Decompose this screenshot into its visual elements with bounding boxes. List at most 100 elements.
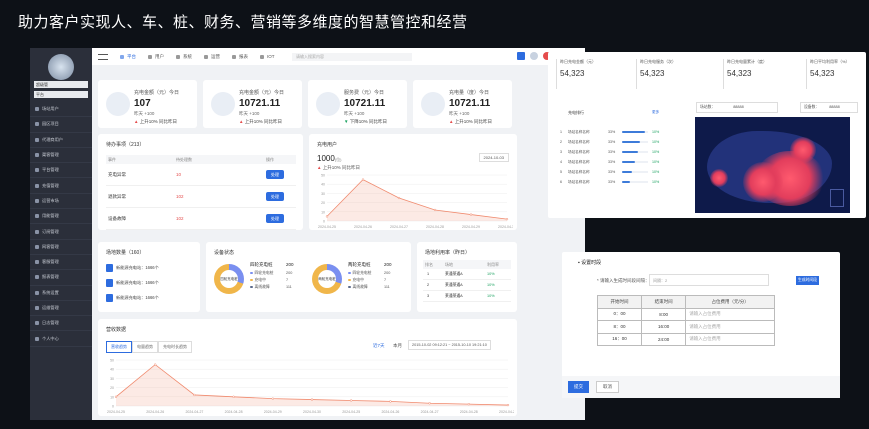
handle-button[interactable]: 处理 xyxy=(266,191,284,201)
top-nav-item[interactable]: 用户 xyxy=(148,54,164,60)
site-label: 新能源充电站：1666个 xyxy=(116,264,159,270)
fee-input[interactable]: 请输入占位费用 xyxy=(685,320,775,334)
slot-start: 16：00 xyxy=(596,332,643,346)
todo-event: 退款异常 xyxy=(108,193,126,199)
top-nav-item[interactable]: 系统 xyxy=(176,54,192,60)
sidebar-item[interactable]: 园区项目 xyxy=(30,117,92,133)
top-nav-item[interactable]: 报表 xyxy=(232,54,248,60)
sidebar-item[interactable]: 平台管理 xyxy=(30,163,92,179)
menu-item-icon xyxy=(35,306,39,310)
legend-item: 离线故障 xyxy=(348,285,368,290)
range-7days-button[interactable]: 近7天 xyxy=(373,343,385,349)
stat-label: 充电金额（元）今日 xyxy=(134,90,180,96)
todo-count: 10 xyxy=(176,172,182,177)
search-input[interactable]: 请输入搜索内容 xyxy=(292,53,412,61)
todo-action-cell: 处理 xyxy=(266,213,296,223)
submit-button[interactable]: 提交 xyxy=(568,381,589,393)
kpi-card: 昨日充电量累计（度） 54,323 xyxy=(723,59,801,89)
rank-pct: 33% xyxy=(608,140,616,144)
legend-dot xyxy=(348,271,351,274)
y-tick-label: 20 xyxy=(321,201,325,205)
generate-timeslots-button[interactable]: 生成时间段 xyxy=(796,276,819,285)
y-tick-label: 10 xyxy=(110,395,114,399)
top-nav-item[interactable]: 运营 xyxy=(204,54,220,60)
sidebar-item[interactable]: 系统设置 xyxy=(30,286,92,301)
fee-input[interactable]: 请输入占位费用 xyxy=(685,332,775,346)
x-tick-label: 2024-04-28 xyxy=(460,410,478,414)
data-point xyxy=(325,215,329,218)
legend-value: 7 xyxy=(286,278,289,282)
x-tick-label: 2024-04-27 xyxy=(421,410,439,414)
x-tick-label: 2024-04-29 xyxy=(264,410,282,414)
sidebar-item[interactable]: 渠客管理 xyxy=(30,148,92,164)
device-group-name: 四轮充电桩 xyxy=(250,262,273,267)
sidebar-item[interactable]: 报表管理 xyxy=(30,270,92,286)
todo-event: 充电异常 xyxy=(108,171,126,177)
dashboard-window: 超级管 平台 场站用户 园区项目 代理商用户 渠客管理 平台管理 充值管理 运营市场 用能管理… xyxy=(30,48,585,420)
sidebar-item[interactable]: 用能管理 xyxy=(30,209,92,225)
business-date-range[interactable]: 2015-10-02 09:12:21 ~ 2015-10-10 19:21:1… xyxy=(408,340,491,350)
top-nav-item[interactable]: 平台 xyxy=(120,54,136,60)
rank-val: 10% xyxy=(652,170,660,174)
top-nav-item[interactable]: IOT xyxy=(260,54,275,60)
x-tick-label: 2024-04-30 xyxy=(498,225,513,229)
sidebar-item[interactable]: 运维管理 xyxy=(30,301,92,317)
range-month-button[interactable]: 本月 xyxy=(393,343,402,349)
app-icon[interactable] xyxy=(517,52,525,60)
handle-button[interactable]: 处理 xyxy=(266,213,284,223)
search-icon[interactable] xyxy=(530,52,538,60)
cancel-button[interactable]: 取消 xyxy=(596,381,619,393)
data-point xyxy=(397,196,401,200)
legend-value: 200 xyxy=(286,271,293,275)
business-title: 营收数据 xyxy=(106,327,127,333)
legend-item: 离线故障 xyxy=(250,285,270,290)
sidebar-item[interactable]: 充值管理 xyxy=(30,178,92,194)
fee-input[interactable]: 请输入占位费用 xyxy=(685,307,775,321)
sidebar-item[interactable]: 个人中心 xyxy=(30,331,92,347)
slot-end: 16:00 xyxy=(641,320,687,334)
tab-1[interactable]: 电量趋势 xyxy=(132,341,158,353)
stat-card: 充电量（度）今日 10721.11 昨天 +100 ▲ 上升10% 同比昨日 xyxy=(413,80,512,128)
todo-action-cell: 处理 xyxy=(266,169,296,179)
util-rate: 10% xyxy=(487,272,495,276)
todo-header: 事件 待处理数 操作 xyxy=(106,155,296,164)
menu-item-icon xyxy=(35,244,39,249)
stat-label: 充电金额（元）今日 xyxy=(239,90,285,96)
sidebar-item[interactable]: 场站用户 xyxy=(30,102,92,118)
todo-header-action: 操作 xyxy=(266,156,274,162)
menu-item-icon xyxy=(35,336,39,341)
sidebar-item[interactable]: 日志管理 xyxy=(30,316,92,332)
sidebar-item[interactable]: 客服管理 xyxy=(30,255,92,271)
top-nav: 平台 用户 系统 运营 报表 IOT xyxy=(120,54,275,60)
china-heat-map xyxy=(695,117,850,213)
charge-users-date-picker[interactable]: 2024-10-03 xyxy=(478,153,509,162)
x-tick-label: 2024-04-30 xyxy=(303,410,321,414)
table-row: 0：00 8:00 请输入占位费用 xyxy=(596,307,775,321)
slide-title: 助力客户实现人、车、桩、财务、营销等多维度的智慧管控和经营 xyxy=(18,13,468,31)
handle-button[interactable]: 处理 xyxy=(266,169,284,179)
sidebar-item-label: 订阅管理 xyxy=(42,228,59,234)
tab-0[interactable]: 营收趋势 xyxy=(106,341,132,353)
rank-val: 10% xyxy=(652,150,660,154)
rank-bar-fill xyxy=(622,131,646,133)
sidebar-item[interactable]: 运营市场 xyxy=(30,194,92,210)
chip-devices-label: 设备数： xyxy=(804,105,820,109)
sidebar-item[interactable]: 网客管理 xyxy=(30,240,92,255)
rank-more-link[interactable]: 更多 xyxy=(652,110,659,115)
util-site: 莱通莱通A xyxy=(445,293,463,298)
menu-item-icon xyxy=(35,290,39,295)
x-tick-label: 2024-04-28 xyxy=(426,225,444,229)
y-tick-label: 0 xyxy=(112,405,114,409)
sidebar-item[interactable]: 订阅管理 xyxy=(30,224,92,240)
tab-2[interactable]: 充电时长趋势 xyxy=(158,341,192,353)
menu-item-icon xyxy=(35,107,39,112)
list-item: 1 场站名称名称 33% 10% xyxy=(560,127,672,137)
series-area xyxy=(327,179,507,221)
sidebar-item[interactable]: 代理商用户 xyxy=(30,133,92,148)
interval-input[interactable]: 间隔：2 xyxy=(649,274,769,286)
charge-users-number: 1000 xyxy=(317,154,335,163)
sidebar-item-label: 渠客管理 xyxy=(42,152,59,158)
sites-card: 场地数量（160） 新能源充电站：1666个 新能源充电站：1666个 新能源充电站… xyxy=(98,242,200,312)
rank-name: 场站名称名称 xyxy=(568,179,590,184)
menu-icon[interactable] xyxy=(98,53,108,60)
